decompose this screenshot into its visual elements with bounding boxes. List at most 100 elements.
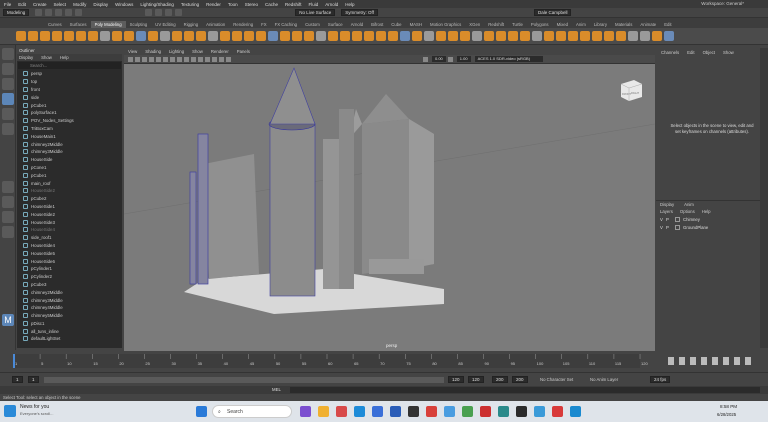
windows-start-icon[interactable]: [196, 406, 207, 417]
outliner-item[interactable]: side_roof1: [17, 234, 122, 242]
go-end-icon[interactable]: [745, 357, 751, 365]
combine-icon[interactable]: [196, 31, 206, 41]
freeze-icon[interactable]: [616, 31, 626, 41]
image-plane-icon[interactable]: [149, 56, 154, 62]
soccer-icon[interactable]: [124, 31, 134, 41]
layer-menu-layers[interactable]: Layers: [660, 209, 673, 214]
torus-icon[interactable]: [64, 31, 74, 41]
move-tool-icon[interactable]: [2, 93, 14, 105]
spray-icon[interactable]: [496, 31, 506, 41]
layout-icon[interactable]: [664, 31, 674, 41]
outliner-item[interactable]: front: [17, 86, 122, 94]
outliner-item[interactable]: pCylinder2: [17, 273, 122, 281]
pipe-icon[interactable]: [100, 31, 110, 41]
play-back-icon[interactable]: [701, 357, 707, 365]
snap-grid-icon[interactable]: [145, 9, 153, 16]
outliner-item[interactable]: all_tuns_inline: [17, 327, 122, 335]
gamma-field[interactable]: 1.00: [456, 56, 471, 62]
outliner-menu-help[interactable]: Help: [60, 55, 69, 60]
outliner-item[interactable]: HouseSide3: [17, 218, 122, 226]
shelf-tab-bifrost[interactable]: Bifrost: [367, 21, 387, 28]
shelf-tab-custom[interactable]: Custom: [301, 21, 324, 28]
layer-tab-display[interactable]: Display: [660, 202, 674, 207]
amplify-icon[interactable]: [604, 31, 614, 41]
bevel-icon[interactable]: [328, 31, 338, 41]
textured-icon[interactable]: [191, 56, 196, 62]
shelf-tab-rendering[interactable]: Rendering: [229, 21, 257, 28]
outliner-item[interactable]: HouseSide4: [17, 226, 122, 234]
fps-dropdown[interactable]: 24 fps: [650, 376, 671, 383]
plane-icon[interactable]: [76, 31, 86, 41]
mode-dropdown[interactable]: Modeling: [3, 9, 30, 16]
bookmark-icon[interactable]: [142, 56, 147, 62]
shelf-tab-materials[interactable]: Materials: [611, 21, 636, 28]
viewport-menu-renderer[interactable]: Renderer: [211, 49, 229, 54]
outliner-item[interactable]: side: [17, 93, 122, 101]
workspace-selector[interactable]: Workspace: General*: [701, 1, 744, 6]
reduce-icon[interactable]: [256, 31, 266, 41]
menu-windows[interactable]: Windows: [115, 2, 133, 7]
menu-help[interactable]: Help: [345, 2, 354, 7]
app-icon-12[interactable]: [498, 406, 509, 417]
news-weather-icon[interactable]: [4, 405, 16, 417]
outliner-item[interactable]: HouseMain1: [17, 132, 122, 140]
cut-icon[interactable]: [628, 31, 638, 41]
shelf-tab-cube[interactable]: Cube: [387, 21, 405, 28]
channel-menu-channels[interactable]: Channels: [661, 50, 679, 55]
anim-layer-label[interactable]: No Anim Layer: [590, 377, 618, 382]
outliner-item[interactable]: pCube3: [17, 281, 122, 289]
app-icon-14[interactable]: [534, 406, 545, 417]
resolution-gate-icon[interactable]: [170, 56, 175, 62]
smear-icon[interactable]: [580, 31, 590, 41]
outliner-item[interactable]: HouseSide4: [17, 242, 122, 250]
shelf-tab-edit[interactable]: Edit: [660, 21, 675, 28]
menu-file[interactable]: File: [4, 2, 11, 7]
paint-select-icon[interactable]: [2, 78, 14, 90]
outliner-item[interactable]: HouseSide5: [17, 249, 122, 257]
scale-tool-icon[interactable]: [2, 123, 14, 135]
layer-row[interactable]: V P Chimney: [656, 215, 760, 223]
camera-icon[interactable]: [128, 56, 133, 62]
outliner-item[interactable]: pCube2: [17, 195, 122, 203]
isolate-select-icon[interactable]: [219, 56, 224, 62]
app-icon-15[interactable]: [552, 406, 563, 417]
edge-icon[interactable]: [354, 406, 365, 417]
menu-redshift[interactable]: Redshift: [285, 2, 302, 7]
step-back-icon[interactable]: [690, 357, 696, 365]
outliner-item[interactable]: pDisc1: [17, 320, 122, 328]
app-icon-9[interactable]: [444, 406, 455, 417]
menu-select[interactable]: Select: [54, 2, 67, 7]
extrude-icon[interactable]: [316, 31, 326, 41]
booleans-icon[interactable]: [232, 31, 242, 41]
shelf-tab-uv-editing[interactable]: UV Editing: [151, 21, 179, 28]
snap-point-icon[interactable]: [165, 9, 173, 16]
shelf-tab-fx-caching[interactable]: FX Caching: [271, 21, 301, 28]
outliner-item[interactable]: chimney3Middle: [17, 296, 122, 304]
app-icon-8[interactable]: [426, 406, 437, 417]
single-view-icon[interactable]: [2, 181, 14, 193]
shelf-tab-animation[interactable]: Animation: [202, 21, 229, 28]
app-icon-5[interactable]: [372, 406, 383, 417]
clock-date[interactable]: 6/28/2025: [717, 412, 736, 417]
disc-icon[interactable]: [88, 31, 98, 41]
helix-icon[interactable]: [112, 31, 122, 41]
chrome-icon[interactable]: [462, 406, 473, 417]
channel-menu-edit[interactable]: Edit: [687, 50, 694, 55]
outliner-item[interactable]: HouseSide: [17, 156, 122, 164]
play-forward-icon[interactable]: [712, 357, 718, 365]
outliner-item[interactable]: chimney5Middle: [17, 312, 122, 320]
range-start-field[interactable]: 1: [28, 376, 39, 383]
layer-tab-anim[interactable]: Anim: [684, 202, 694, 207]
wireframe-icon[interactable]: [177, 56, 182, 62]
playback-end-field[interactable]: 200: [512, 376, 528, 383]
menu-lighting-shading[interactable]: Lighting/Shading: [140, 2, 174, 7]
xray-icon[interactable]: [226, 56, 231, 62]
mel-script-icon[interactable]: M: [2, 314, 14, 326]
outliner-item[interactable]: pCube1: [17, 101, 122, 109]
outliner-menu-show[interactable]: Show: [41, 55, 52, 60]
outliner-item[interactable]: TriBoxCam: [17, 125, 122, 133]
layer-row[interactable]: V P GroundPlane: [656, 223, 760, 231]
layer-menu-options[interactable]: Options: [680, 209, 695, 214]
channel-menu-show[interactable]: Show: [723, 50, 734, 55]
smooth-shade-icon[interactable]: [184, 56, 189, 62]
